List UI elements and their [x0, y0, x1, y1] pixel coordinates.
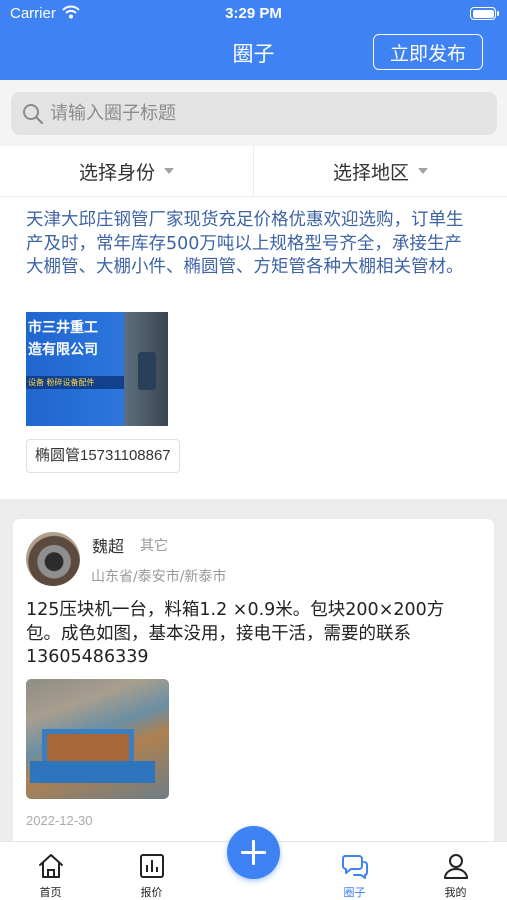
image-text: 设备 粉碎设备配件 [28, 378, 95, 387]
search-box[interactable] [11, 92, 497, 135]
post-image[interactable] [26, 679, 169, 799]
post-card[interactable]: 天津大邱庄钢管厂家现货充足价格优惠欢迎选购，订单生产及时，常年库存500万吨以上… [0, 197, 507, 499]
tab-label: 我的 [444, 886, 467, 899]
post-tag[interactable]: 椭圆管15731108867 [26, 439, 180, 473]
caret-down-icon [418, 168, 428, 174]
add-post-button[interactable] [227, 826, 280, 879]
author-name: 魏超 [92, 537, 125, 556]
user-icon [444, 854, 468, 879]
post-date: 2022-12-30 [26, 813, 93, 828]
region-filter-label: 选择地区 [332, 161, 409, 184]
image-text: 造有限公司 [28, 342, 98, 358]
home-icon [39, 854, 63, 878]
tab-circle[interactable]: 圈子 [304, 842, 405, 900]
identity-filter[interactable]: 选择身份 [0, 146, 253, 196]
search-area [0, 80, 507, 146]
tab-quotes[interactable]: 报价 [101, 842, 202, 900]
filter-bar: 选择身份 选择地区 [0, 146, 507, 197]
app-header: Carrier 3:29 PM 圈子 立即发布 [0, 0, 507, 80]
tab-label: 圈子 [343, 886, 366, 899]
avatar[interactable] [26, 532, 80, 586]
tab-label: 报价 [140, 886, 163, 899]
post-text: 125压块机一台，料箱1.2 ×0.9米。包块200×200方包。成色如图，基本… [26, 600, 445, 667]
post-text: 天津大邱庄钢管厂家现货充足价格优惠欢迎选购，订单生产及时，常年库存500万吨以上… [26, 210, 464, 277]
author-location: 山东省/泰安市/新泰市 [91, 569, 227, 585]
clock: 3:29 PM [225, 5, 282, 22]
battery-icon [470, 7, 499, 20]
status-bar: Carrier 3:29 PM [0, 0, 507, 28]
search-input[interactable] [50, 103, 480, 124]
post-card[interactable]: 魏超 其它 山东省/泰安市/新泰市 125压块机一台，料箱1.2 ×0.9米。包… [13, 519, 494, 849]
region-filter[interactable]: 选择地区 [253, 146, 507, 196]
tab-mine[interactable]: 我的 [405, 842, 506, 900]
identity-filter-label: 选择身份 [78, 161, 155, 184]
publish-button[interactable]: 立即发布 [373, 34, 483, 70]
author-role: 其它 [140, 538, 168, 554]
chat-bubbles-icon [342, 855, 368, 879]
image-machine [138, 352, 156, 390]
tab-label: 首页 [39, 886, 62, 899]
chart-icon [140, 854, 164, 878]
post-image[interactable]: 市三井重工 造有限公司 设备 粉碎设备配件 [26, 312, 168, 426]
search-icon [23, 103, 44, 124]
caret-down-icon [164, 168, 174, 174]
tab-home[interactable]: 首页 [0, 842, 101, 900]
image-text: 市三井重工 [28, 320, 98, 336]
